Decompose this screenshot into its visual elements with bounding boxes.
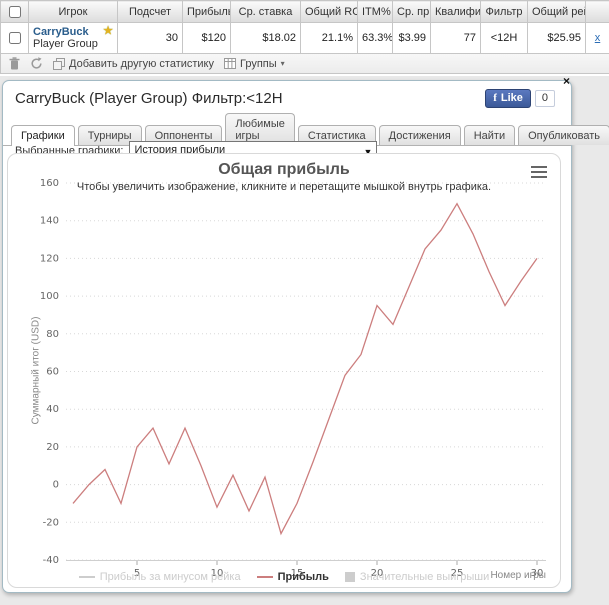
groups-icon	[224, 58, 236, 69]
add-statistic-button[interactable]: Добавить другую статистику	[53, 57, 214, 70]
chart-title: Общая прибыль	[218, 161, 350, 178]
facebook-like-count: 0	[534, 90, 555, 107]
column-header-filter[interactable]: Фильтр	[480, 0, 528, 23]
legend-item-significant-wins[interactable]: Значительные выигрыши	[344, 571, 490, 583]
y-tick-label: 100	[40, 291, 59, 302]
select-all-cell	[0, 0, 29, 23]
star-icon: ★	[103, 25, 113, 37]
tab-find[interactable]: Найти	[463, 125, 516, 145]
profit-value: $120	[182, 22, 231, 54]
y-tick-label: -20	[43, 517, 59, 528]
y-tick-label: 40	[46, 404, 59, 415]
chart-card: -40 -20 0 20 40 60 80 100 120 140 160 5 10 15 20 25 30 О…	[7, 153, 561, 588]
y-tick-label: 20	[46, 442, 59, 453]
delete-button[interactable]	[9, 57, 20, 70]
player-cell[interactable]: CarryBuck ★ Player Group	[28, 22, 118, 54]
column-header-count[interactable]: Подсчет	[117, 0, 183, 23]
groups-button[interactable]: Группы ▾	[224, 58, 285, 70]
remove-row-link[interactable]: x	[590, 32, 605, 44]
column-header-roi[interactable]: Общий ROI	[300, 0, 358, 23]
itm-value: 63.3%	[357, 22, 393, 54]
trash-icon	[9, 57, 20, 70]
hamburger-menu-icon[interactable]	[531, 166, 547, 181]
groups-caret-icon: ▾	[280, 59, 285, 68]
column-header-remove	[585, 0, 609, 23]
panel-title: CarryBuck (Player Group) Фильтр:<12H	[15, 90, 283, 107]
stats-header-row: Игрок Подсчет Прибыль Ср. ставка Общий R…	[0, 0, 609, 23]
y-tick-label: 80	[46, 329, 59, 340]
refresh-button[interactable]	[30, 57, 43, 70]
legend-item-profit[interactable]: Прибыль	[256, 571, 329, 583]
legend-label: Значительные выигрыши	[359, 571, 490, 583]
column-header-avg-stake[interactable]: Ср. ставка	[230, 0, 301, 23]
chart-subtitle: Чтобы увеличить изображение, кликните и …	[76, 181, 492, 193]
remove-cell: x	[585, 22, 609, 54]
tab-achievements[interactable]: Достижения	[378, 125, 461, 145]
row-checkbox[interactable]	[8, 32, 21, 45]
filter-value: <12H	[480, 22, 528, 54]
avg-stake-value: $18.02	[230, 22, 301, 54]
add-statistic-label: Добавить другую статистику	[69, 57, 214, 70]
legend-item-profit-minus-rake[interactable]: Прибыль за минусом рейка	[78, 571, 241, 583]
facebook-icon: f	[493, 92, 497, 104]
y-tick-label: -40	[43, 555, 59, 566]
close-icon[interactable]: ×	[563, 74, 570, 88]
refresh-icon	[31, 57, 42, 69]
square-swatch-icon	[344, 572, 355, 582]
player-stats-panel: CarryBuck (Player Group) Фильтр:<12H × f…	[2, 74, 609, 593]
facebook-like-widget: f Like 0	[485, 89, 555, 108]
chart-legend: Прибыль за минусом рейка Прибыль Значите…	[8, 571, 560, 583]
column-header-player[interactable]: Игрок	[28, 0, 118, 23]
legend-label: Прибыль	[277, 571, 329, 583]
y-tick-label: 140	[40, 216, 59, 227]
column-header-profit[interactable]: Прибыль	[182, 0, 231, 23]
roi-value: 21.1%	[300, 22, 358, 54]
player-group-label: Player Group	[33, 38, 98, 50]
y-tick-label: 0	[53, 480, 59, 491]
facebook-like-button[interactable]: f Like	[485, 89, 531, 108]
groups-label: Группы	[240, 57, 277, 70]
column-header-avg-profit[interactable]: Ср. приб	[392, 0, 431, 23]
facebook-like-label: Like	[500, 92, 523, 104]
legend-label: Прибыль за минусом рейка	[99, 571, 241, 583]
qualification-value: 77	[430, 22, 481, 54]
rake-value: $25.95	[527, 22, 586, 54]
avg-profit-value: $3.99	[392, 22, 431, 54]
row-select-cell	[0, 22, 29, 54]
stats-table: Игрок Подсчет Прибыль Ср. ставка Общий R…	[0, 0, 609, 54]
y-tick-label: 60	[46, 367, 59, 378]
profit-chart-plot[interactable]: -40-200204060801001201401605 10 15 20 25 30	[8, 154, 558, 585]
column-header-rake[interactable]: Общий рейк	[527, 0, 586, 23]
add-statistic-icon	[53, 57, 65, 70]
table-row: CarryBuck ★ Player Group 30 $120 $18.02 2…	[0, 22, 609, 54]
line-swatch-icon	[78, 576, 95, 578]
line-swatch-icon	[256, 576, 273, 578]
tab-publish[interactable]: Опубликовать	[518, 125, 609, 145]
column-header-itm[interactable]: ITM%	[357, 0, 393, 23]
stats-toolbar: Добавить другую статистику Группы ▾	[0, 54, 609, 74]
y-axis-title: Суммарный итог (USD)	[30, 316, 42, 425]
y-tick-label: 120	[40, 253, 59, 264]
player-name[interactable]: CarryBuck	[33, 26, 89, 38]
count-value: 30	[117, 22, 183, 54]
select-all-checkbox[interactable]	[8, 5, 21, 18]
column-header-qualification[interactable]: Квалифика	[430, 0, 481, 23]
